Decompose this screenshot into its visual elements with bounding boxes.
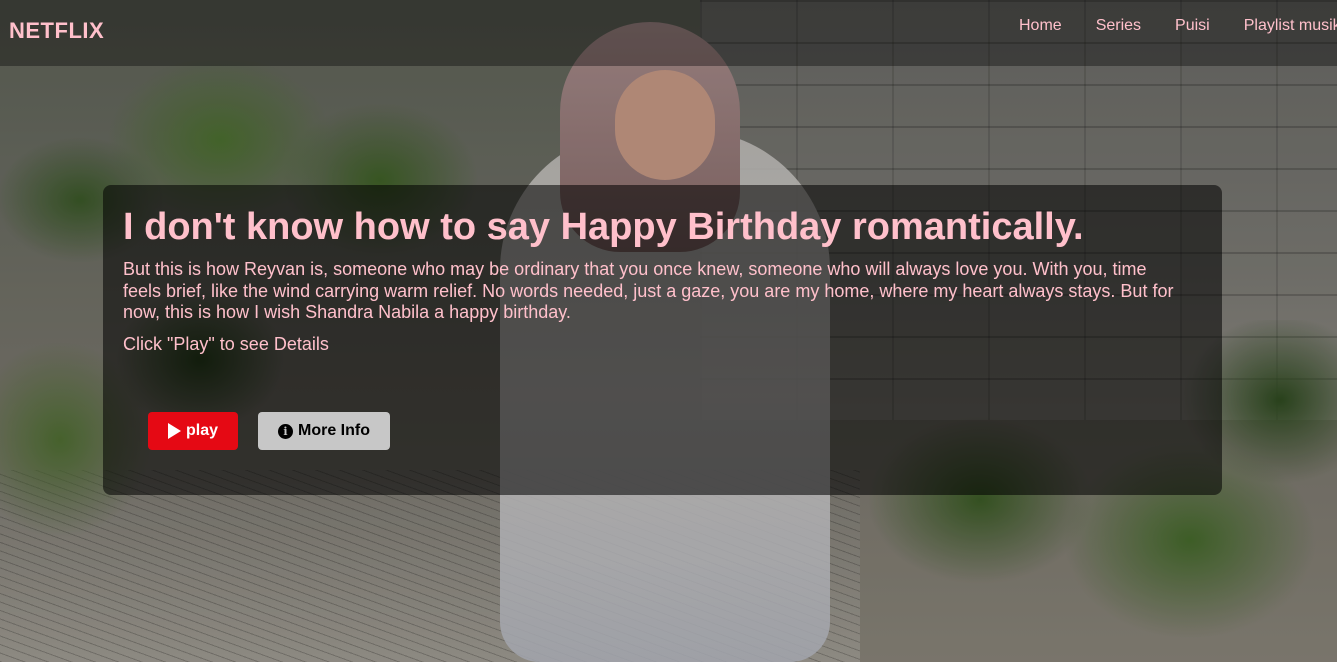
hero-panel: I don't know how to say Happy Birthday r… xyxy=(103,185,1222,495)
hero-hint: Click "Play" to see Details xyxy=(123,333,329,354)
hero-title: I don't know how to say Happy Birthday r… xyxy=(123,206,1084,248)
nav-item-series[interactable]: Series xyxy=(1096,17,1141,35)
page: NETFLIX Home Series Puisi Playlist musik… xyxy=(0,0,1337,662)
play-button[interactable]: play xyxy=(148,412,238,450)
play-icon xyxy=(168,423,181,439)
nav-item-puisi[interactable]: Puisi xyxy=(1175,17,1210,35)
hero-description: But this is how Reyvan is, someone who m… xyxy=(123,259,1174,322)
play-button-label: play xyxy=(186,422,219,439)
info-circle-icon: i xyxy=(278,423,293,439)
more-info-button-label: More Info xyxy=(298,422,370,439)
nav-item-home[interactable]: Home xyxy=(1019,17,1062,35)
nav-item-playlist-musik[interactable]: Playlist musik xyxy=(1244,17,1337,35)
brand-logo[interactable]: NETFLIX xyxy=(9,18,104,44)
top-navbar: NETFLIX Home Series Puisi Playlist musik xyxy=(0,0,1337,66)
more-info-button[interactable]: i More Info xyxy=(258,412,390,450)
main-nav: Home Series Puisi Playlist musik xyxy=(1019,17,1337,35)
hero-actions: play i More Info xyxy=(148,412,390,450)
